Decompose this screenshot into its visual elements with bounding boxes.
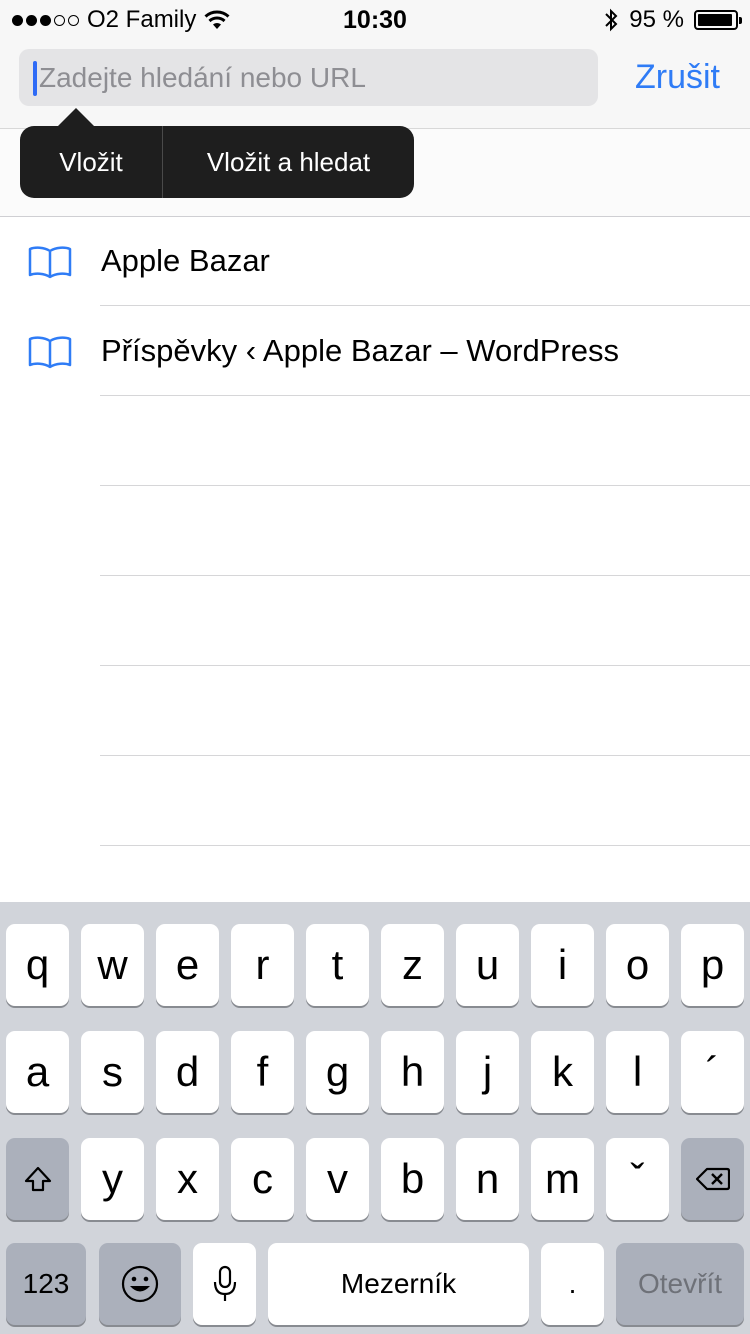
key-p[interactable]: p	[681, 924, 744, 1006]
go-key[interactable]: Otevřít	[616, 1243, 744, 1325]
key-w[interactable]: w	[81, 924, 144, 1006]
key-y[interactable]: y	[81, 1138, 144, 1220]
battery-percentage: 95 %	[629, 6, 684, 33]
bluetooth-icon	[605, 8, 618, 32]
paste-button[interactable]: Vložit	[20, 126, 163, 198]
key-caron[interactable]: ˇ	[606, 1138, 669, 1220]
battery-fill	[698, 14, 732, 26]
delete-key[interactable]	[681, 1138, 744, 1220]
empty-row	[0, 576, 750, 666]
key-a[interactable]: a	[6, 1031, 69, 1113]
book-icon	[28, 336, 72, 369]
key-c[interactable]: c	[231, 1138, 294, 1220]
key-acute-accent[interactable]: ´	[681, 1031, 744, 1113]
empty-row	[0, 666, 750, 756]
status-bar: O2 Family 10:30 95 %	[0, 0, 750, 40]
emoji-icon	[121, 1265, 159, 1303]
key-r[interactable]: r	[231, 924, 294, 1006]
numbers-key[interactable]: 123	[6, 1243, 86, 1325]
key-l[interactable]: l	[606, 1031, 669, 1113]
status-right: 95 %	[603, 6, 742, 34]
key-s[interactable]: s	[81, 1031, 144, 1113]
key-x[interactable]: x	[156, 1138, 219, 1220]
bookmark-title: Apple Bazar	[101, 243, 270, 278]
edit-menu: Vložit Vložit a hledat	[20, 108, 414, 198]
bookmark-title: Příspěvky ‹ Apple Bazar – WordPress	[101, 333, 620, 368]
list-item[interactable]: Apple Bazar	[0, 216, 750, 306]
shift-key[interactable]	[6, 1138, 69, 1220]
space-key[interactable]: Mezerník	[268, 1243, 529, 1325]
battery-icon	[694, 10, 742, 30]
key-b[interactable]: b	[381, 1138, 444, 1220]
keyboard: q w e r t z u i o p a s d f g h j k l ´ …	[0, 902, 750, 1334]
key-n[interactable]: n	[456, 1138, 519, 1220]
cancel-button[interactable]: Zrušit	[635, 58, 720, 97]
key-k[interactable]: k	[531, 1031, 594, 1113]
divider	[100, 845, 750, 846]
list-item[interactable]: Příspěvky ‹ Apple Bazar – WordPress	[0, 306, 750, 396]
microphone-icon	[213, 1265, 236, 1301]
bookmark-list: Apple Bazar Příspěvky ‹ Apple Bazar – Wo…	[0, 216, 750, 846]
address-input[interactable]	[39, 49, 579, 106]
key-u[interactable]: u	[456, 924, 519, 1006]
dictation-key[interactable]	[193, 1243, 256, 1325]
empty-row	[0, 396, 750, 486]
key-f[interactable]: f	[231, 1031, 294, 1113]
text-cursor	[33, 61, 37, 96]
shift-icon	[24, 1166, 51, 1192]
period-key[interactable]: .	[541, 1243, 604, 1325]
key-q[interactable]: q	[6, 924, 69, 1006]
key-i[interactable]: i	[531, 924, 594, 1006]
paste-and-search-button[interactable]: Vložit a hledat	[163, 126, 414, 198]
edit-menu-arrow	[58, 108, 94, 126]
key-g[interactable]: g	[306, 1031, 369, 1113]
key-v[interactable]: v	[306, 1138, 369, 1220]
key-o[interactable]: o	[606, 924, 669, 1006]
key-h[interactable]: h	[381, 1031, 444, 1113]
key-m[interactable]: m	[531, 1138, 594, 1220]
key-j[interactable]: j	[456, 1031, 519, 1113]
book-icon	[28, 246, 72, 279]
empty-row	[0, 756, 750, 846]
key-e[interactable]: e	[156, 924, 219, 1006]
emoji-key[interactable]	[99, 1243, 181, 1325]
address-bar[interactable]	[19, 49, 598, 106]
empty-row	[0, 486, 750, 576]
delete-icon	[695, 1167, 730, 1191]
navigation-header: Zrušit	[0, 40, 750, 129]
key-z[interactable]: z	[381, 924, 444, 1006]
key-t[interactable]: t	[306, 924, 369, 1006]
key-d[interactable]: d	[156, 1031, 219, 1113]
